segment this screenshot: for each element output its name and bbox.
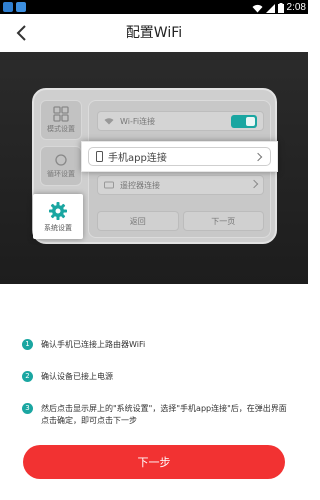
panel-back-button: 返回 — [97, 211, 179, 231]
chevron-right-icon — [249, 179, 259, 189]
menu-row-remote: 遥控器连接 — [97, 175, 264, 195]
loop-icon — [55, 154, 67, 166]
device-illustration: 模式设置 循环设置 Wi-Fi连接 手机app连接 — [0, 52, 308, 284]
panel-next-button: 下一页 — [182, 211, 264, 231]
next-step-button[interactable]: 下一步 — [23, 445, 285, 479]
highlight-system-settings: 系统设置 — [33, 194, 83, 239]
step-text: 确认手机已连接上路由器WiFi — [41, 340, 146, 349]
highlight-label: 手机app连接 — [108, 153, 167, 164]
tab-label: 循环设置 — [47, 170, 75, 178]
clock: 2:08 — [286, 1, 306, 13]
tab-label: 系统设置 — [44, 223, 72, 232]
step-text: 然后点击显示屏上的"系统设置"，选择"手机app连接"后，在弹出界面点击确定，即… — [41, 404, 287, 425]
tab-loop-settings: 循环设置 — [40, 146, 82, 186]
menu-label: Wi-Fi连接 — [120, 116, 156, 126]
gear-icon — [49, 201, 67, 220]
grid-icon — [53, 106, 69, 122]
phone-icon — [96, 151, 103, 165]
step-item: 2 确认设备已接上电源 — [22, 371, 292, 383]
menu-row-wifi: Wi-Fi连接 — [97, 111, 264, 131]
step-item: 3 然后点击显示屏上的"系统设置"，选择"手机app连接"后，在弹出界面点击确定… — [22, 403, 292, 427]
step-item: 1 确认手机已连接上路由器WiFi — [22, 339, 292, 351]
tab-mode-settings: 模式设置 — [40, 100, 82, 140]
step-number-badge: 1 — [22, 339, 33, 350]
notification-app-icon — [16, 2, 26, 12]
wifi-toggle — [231, 115, 257, 128]
highlight-app-connection: 手机app连接 — [81, 141, 278, 172]
step-number-badge: 3 — [22, 403, 33, 414]
menu-label: 遥控器连接 — [120, 180, 160, 190]
page-title: 配置WiFi — [125, 25, 183, 41]
chevron-left-icon — [16, 25, 26, 41]
step-number-badge: 2 — [22, 371, 33, 382]
status-bar: 2:08 — [0, 0, 308, 14]
title-bar: 配置WiFi — [0, 14, 308, 52]
remote-icon — [104, 181, 114, 189]
tab-label: 模式设置 — [47, 125, 75, 133]
instruction-steps: 1 确认手机已连接上路由器WiFi 2 确认设备已接上电源 3 然后点击显示屏上… — [0, 284, 308, 444]
wifi-icon — [104, 117, 114, 125]
notification-app-icon — [3, 2, 13, 12]
back-button[interactable] — [10, 21, 34, 45]
step-text: 确认设备已接上电源 — [41, 372, 113, 381]
